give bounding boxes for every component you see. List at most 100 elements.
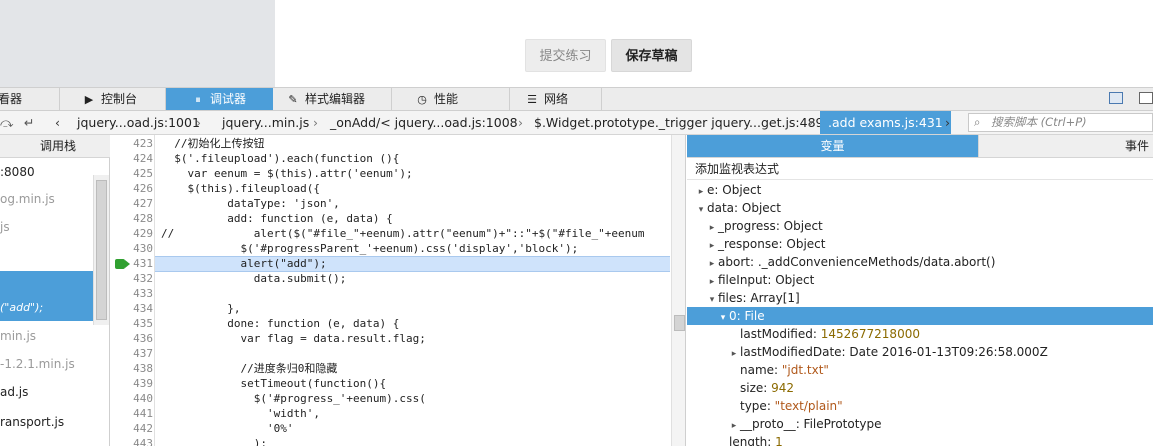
line-number[interactable]: 428 xyxy=(111,211,153,226)
code-line[interactable]: dataType: 'json', xyxy=(161,196,685,211)
code-line[interactable]: ); xyxy=(161,436,685,446)
variable-row[interactable]: type: "text/plain" xyxy=(687,397,1153,415)
source-list-item[interactable]: ransport.js xyxy=(0,411,93,433)
call-stack-tab[interactable]: 调用栈 xyxy=(40,135,76,157)
variable-row[interactable]: lastModified: 1452677218000 xyxy=(687,325,1153,343)
variable-row[interactable]: ▸ abort: ._addConvenienceMethods/data.abo… xyxy=(687,253,1153,271)
scrollbar-thumb[interactable] xyxy=(96,180,107,320)
dock-icon[interactable] xyxy=(1109,92,1123,104)
variable-value: 1 xyxy=(775,435,783,446)
code-line[interactable]: //进度条归0和隐藏 xyxy=(161,361,685,376)
line-number[interactable]: 443 xyxy=(111,436,153,446)
line-number[interactable]: 437 xyxy=(111,346,153,361)
line-number[interactable]: 436 xyxy=(111,331,153,346)
variable-row[interactable]: ▸ fileInput: Object xyxy=(687,271,1153,289)
code-line[interactable]: 'width', xyxy=(161,406,685,421)
add-watch-expression[interactable]: 添加监视表达式 xyxy=(687,158,1153,180)
line-number[interactable]: 429 xyxy=(111,226,153,241)
source-list-item[interactable]: min.js xyxy=(0,325,93,347)
performance-icon: ◷ xyxy=(417,93,427,106)
variable-row[interactable]: ▾ data: Object xyxy=(687,199,1153,217)
code-line[interactable]: // alert($("#file_"+eenum).attr("eenum")… xyxy=(161,226,685,241)
tab-events[interactable]: 事件 xyxy=(978,135,1153,157)
crumb-item[interactable]: jquery...min.js xyxy=(222,111,309,134)
tab-inspector[interactable]: 查看器 xyxy=(0,88,60,110)
variable-row[interactable]: ▸ _progress: Object xyxy=(687,217,1153,235)
line-number-gutter[interactable]: 423 424 425 426 427 428 429 430 431 432 433 434 435 4… xyxy=(111,135,155,446)
left-pane-scrollbar[interactable] xyxy=(93,175,109,325)
code-line[interactable]: alert("add"); xyxy=(161,256,685,271)
tab-style-editor[interactable]: ✎ 样式编辑器 xyxy=(273,88,392,110)
tab-performance[interactable]: ◷ 性能 xyxy=(392,88,510,110)
code-line[interactable]: add: function (e, data) { xyxy=(161,211,685,226)
variable-row[interactable]: size: 942 xyxy=(687,379,1153,397)
variable-key: _progress xyxy=(718,219,776,233)
crumb-item-active[interactable]: .add exams.js:431 xyxy=(820,111,951,134)
code-line[interactable]: data.submit(); xyxy=(161,271,685,286)
search-scripts-input[interactable]: ⌕ 搜索脚本 (Ctrl+P) xyxy=(968,113,1153,132)
line-number[interactable]: 435 xyxy=(111,316,153,331)
variable-row[interactable]: ▾ files: Array[1] xyxy=(687,289,1153,307)
key-separator: : xyxy=(767,435,776,446)
tab-debugger[interactable]: ⏸ 调试器 xyxy=(166,88,273,110)
line-number[interactable]: 433 xyxy=(111,286,153,301)
step-over-icon[interactable]: ⤼ xyxy=(0,111,18,134)
code-line[interactable]: }, xyxy=(161,301,685,316)
source-list-item[interactable]: :8080 xyxy=(0,161,93,183)
code-line[interactable]: $('#progressParent_'+eenum).css('display… xyxy=(161,241,685,256)
step-out-icon[interactable]: ↵ xyxy=(24,111,42,134)
crumb-item[interactable]: jquery...oad.js:1001 xyxy=(77,111,200,134)
window-icon[interactable] xyxy=(1139,92,1153,104)
source-list-item-selected[interactable]: ("add"); xyxy=(0,271,93,321)
tab-console[interactable]: ▶ 控制台 xyxy=(61,88,166,110)
code-line[interactable]: $(this).fileupload({ xyxy=(161,181,685,196)
breakpoint-marker[interactable] xyxy=(115,259,130,269)
source-list-item[interactable]: og.min.js xyxy=(0,188,93,210)
code-line[interactable]: $('.fileupload').each(function (){ xyxy=(161,151,685,166)
tab-network[interactable]: ☰ 网络 xyxy=(510,88,602,110)
line-number[interactable]: 426 xyxy=(111,181,153,196)
line-number[interactable]: 424 xyxy=(111,151,153,166)
variable-row[interactable]: ▸ _response: Object xyxy=(687,235,1153,253)
source-list-item[interactable]: -1.2.1.min.js xyxy=(0,353,93,375)
line-number[interactable]: 425 xyxy=(111,166,153,181)
variable-row[interactable]: ▸ e: Object xyxy=(687,181,1153,199)
variable-row[interactable]: length: 1 xyxy=(687,433,1153,446)
code-line[interactable]: done: function (e, data) { xyxy=(161,316,685,331)
line-number[interactable]: 438 xyxy=(111,361,153,376)
line-number[interactable]: 427 xyxy=(111,196,153,211)
variable-row[interactable]: ▸ __proto__: FilePrototype xyxy=(687,415,1153,433)
line-number[interactable]: 430 xyxy=(111,241,153,256)
line-number[interactable]: 440 xyxy=(111,391,153,406)
line-number[interactable]: 441 xyxy=(111,406,153,421)
code-line[interactable] xyxy=(161,346,685,361)
source-list-item[interactable]: ad.js xyxy=(0,381,93,403)
tab-variables[interactable]: 变量 xyxy=(687,135,978,157)
line-number[interactable]: 439 xyxy=(111,376,153,391)
line-number[interactable]: 423 xyxy=(111,136,153,151)
scrollbar-thumb[interactable] xyxy=(674,315,685,331)
code-line[interactable]: //初始化上传按钮 xyxy=(161,136,685,151)
code-line[interactable]: '0%' xyxy=(161,421,685,436)
submit-exercise-button[interactable]: 提交练习 xyxy=(525,39,606,72)
code-line[interactable]: $('#progress_'+eenum).css( xyxy=(161,391,685,406)
line-number[interactable]: 442 xyxy=(111,421,153,436)
code-line[interactable]: var eenum = $(this).attr('eenum'); xyxy=(161,166,685,181)
code-line[interactable] xyxy=(161,286,685,301)
key-separator: : xyxy=(795,417,804,431)
code-line[interactable]: setTimeout(function(){ xyxy=(161,376,685,391)
crumb-forward-icon[interactable]: › xyxy=(945,111,950,134)
line-number[interactable]: 434 xyxy=(111,301,153,316)
variable-row[interactable]: name: "jdt.txt" xyxy=(687,361,1153,379)
variable-row-selected[interactable]: ▾ 0: File xyxy=(687,307,1153,325)
crumb-item[interactable]: _onAdd/< jquery...oad.js:1008 xyxy=(330,111,518,134)
line-number[interactable]: 432 xyxy=(111,271,153,286)
editor-scrollbar[interactable] xyxy=(671,135,685,446)
crumb-item[interactable]: $.Widget.prototype._trigger jquery...get… xyxy=(534,111,824,134)
code-line[interactable]: var flag = data.result.flag; xyxy=(161,331,685,346)
crumb-back-icon[interactable]: ‹ xyxy=(55,111,67,134)
source-list-item[interactable]: js xyxy=(0,216,93,238)
source-editor[interactable]: 423 424 425 426 427 428 429 430 431 432 433 434 435 4… xyxy=(111,135,686,446)
variable-row[interactable]: ▸ lastModifiedDate: Date 2016-01-13T09:26… xyxy=(687,343,1153,361)
save-draft-button[interactable]: 保存草稿 xyxy=(611,39,692,72)
